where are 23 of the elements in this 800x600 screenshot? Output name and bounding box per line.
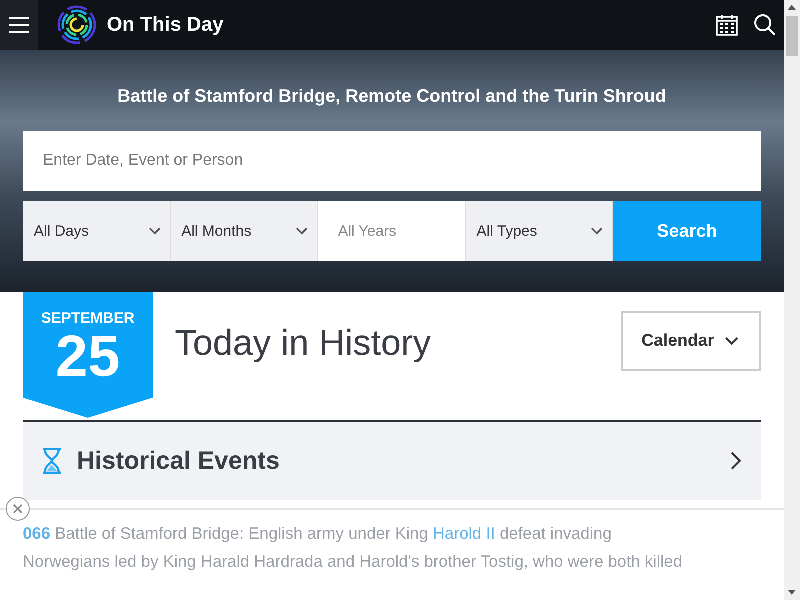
search-field[interactable]: Enter Date, Event or Person [23, 131, 761, 191]
scrollbar[interactable] [784, 0, 800, 600]
filter-dropdown[interactable]: All Months [170, 201, 318, 261]
site-title[interactable]: On This Day [107, 14, 224, 36]
menu-icon [9, 16, 29, 34]
filter-dropdown[interactable]: All Types [466, 201, 614, 261]
section-header[interactable]: Historical Events [23, 422, 761, 500]
logo-icon [57, 5, 97, 45]
calendar-icon [716, 14, 738, 36]
event-text: 066 Battle of Stamford Bridge: English army under King Harold II defeat invading Norwegians led by King Harald Hardrada and Harold's brother Tostig, who were both killed [23, 524, 684, 573]
close-button[interactable] [6, 497, 30, 521]
menu-button[interactable] [0, 0, 38, 50]
filter-dropdown[interactable]: All Days [23, 201, 171, 261]
day-number: 25 [56, 327, 120, 387]
page-title: Today in History [175, 322, 432, 364]
close-icon [13, 504, 23, 514]
calendar-dropdown-button[interactable]: Calendar [621, 311, 761, 371]
search-icon [754, 14, 776, 36]
hourglass-icon [41, 448, 63, 474]
month-label: SEPTEMBER [41, 310, 135, 327]
chevron-right-icon [729, 451, 743, 471]
year-field[interactable]: All Years [318, 201, 466, 261]
headline: Battle of Stamford Bridge, Remote Control and the Turin Shroud [116, 86, 668, 107]
